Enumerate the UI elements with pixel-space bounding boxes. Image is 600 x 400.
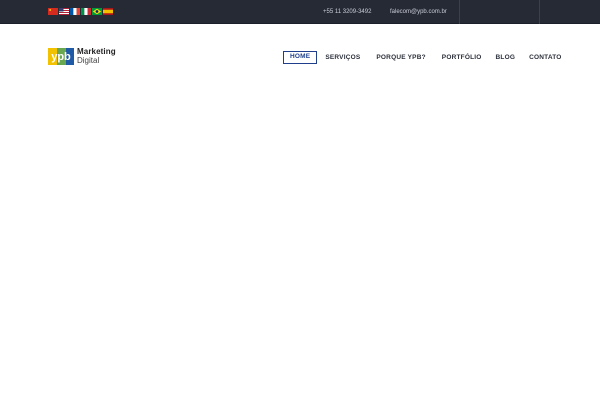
brazil-flag-icon[interactable] [92, 8, 102, 15]
france-flag-icon[interactable] [70, 8, 80, 15]
phone-number[interactable]: +55 11 3209-3492 [323, 0, 371, 24]
nav-porque-ypb[interactable]: PORQUE YPB? [370, 51, 431, 64]
topbar-divider [459, 0, 460, 24]
logo-subtitle: Digital [77, 56, 100, 65]
top-bar: +55 11 3209-3492 falecom@ypb.com.br [0, 0, 600, 24]
china-flag-icon[interactable] [48, 8, 58, 15]
italy-flag-icon[interactable] [81, 8, 91, 15]
ypb-logo-icon: ypb [48, 48, 74, 65]
nav-blog[interactable]: BLOG [490, 51, 522, 64]
nav-contato[interactable]: CONTATO [523, 51, 567, 64]
site-header: ypb Marketing Digital HOME SERVIÇOS PORQ… [0, 24, 600, 88]
email-address[interactable]: falecom@ypb.com.br [390, 0, 447, 24]
spain-flag-icon[interactable] [103, 8, 113, 15]
topbar-divider [539, 0, 540, 24]
nav-home[interactable]: HOME [283, 51, 318, 64]
logo-text: Marketing Digital [77, 48, 116, 65]
usa-flag-icon[interactable] [59, 8, 69, 15]
nav-portfolio[interactable]: PORTFÓLIO [436, 51, 488, 64]
main-nav: HOME SERVIÇOS PORQUE YPB? PORTFÓLIO BLOG… [283, 51, 568, 64]
nav-servicos[interactable]: SERVIÇOS [319, 51, 366, 64]
svg-text:ypb: ypb [51, 51, 71, 63]
language-flags [48, 8, 113, 15]
logo-title: Marketing [77, 47, 116, 56]
site-logo[interactable]: ypb Marketing Digital [48, 48, 116, 65]
